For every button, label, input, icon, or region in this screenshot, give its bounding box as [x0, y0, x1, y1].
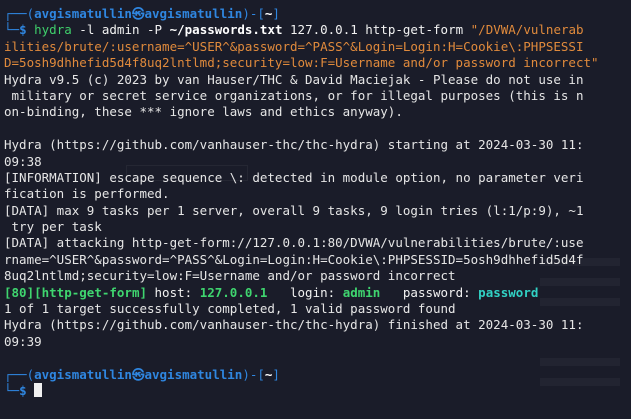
prompt-corner-bottom: └─: [4, 382, 20, 398]
command-wordlist: ~/passwords.txt: [169, 22, 283, 38]
command-form-string-part: D=5osh9dhhefid5d4f8uq2lntlmd;security=lo…: [4, 55, 591, 71]
prompt-separator: )-[: [242, 366, 265, 382]
prompt-bracket: ]: [272, 6, 280, 21]
prompt-user: avgismatullin: [34, 366, 132, 382]
result-port: [80]: [4, 284, 35, 300]
command-args: 127.0.0.1 http-get-form: [282, 22, 471, 38]
result-line: [80][http-get-form] host: 127.0.0.1 logi…: [4, 285, 627, 301]
output-line: 09:39: [4, 333, 42, 349]
prompt-corner-bottom: └─: [4, 22, 20, 38]
output-line: Hydra (https://github.com/vanhauser-thc/…: [4, 137, 584, 153]
result-login-label: login:: [267, 284, 343, 300]
output-line: [DATA] max 9 tasks per 1 server, overall…: [4, 202, 584, 218]
output-line: military or secret service organizations…: [4, 87, 584, 103]
prompt-bracket: ]: [272, 366, 280, 382]
result-host: 127.0.0.1: [199, 284, 268, 300]
prompt-at: ㉿: [131, 6, 145, 21]
command-args: -l admin -P: [71, 22, 170, 38]
output-line: 1 of 1 target successfully completed, 1 …: [4, 301, 456, 317]
prompt-corner: ┌──(: [4, 366, 35, 382]
result-password-label: password:: [380, 284, 479, 300]
prompt-user: avgismatullin: [34, 6, 132, 21]
prompt-host: avgismatullin: [144, 6, 243, 21]
output-line: Hydra v9.5 (c) 2023 by van Hauser/THC & …: [4, 71, 584, 87]
output-line: Hydra (https://github.com/vanhauser-thc/…: [4, 317, 584, 333]
result-module: [http-get-form]: [34, 284, 147, 300]
output-line: on-binding, these *** ignore laws and et…: [4, 104, 403, 120]
command-form-string-end: ": [591, 55, 599, 71]
output-line: try per task: [4, 219, 102, 235]
prompt-host: avgismatullin: [144, 366, 243, 382]
prompt-dollar: $: [19, 382, 27, 398]
prompt-line: ┌──(avgismatullin㉿avgismatullin)-[~]: [4, 6, 627, 22]
output-line: rname=^USER^&password=^PASS^&Login=Login…: [4, 251, 584, 267]
output-line: 09:38: [4, 153, 42, 169]
command-form-string: "/DVWA/vulnerab: [470, 22, 584, 38]
prompt-line: ┌──(avgismatullin㉿avgismatullin)-[~]: [4, 367, 627, 383]
prompt-separator: )-[: [242, 6, 265, 21]
terminal-window[interactable]: ┌──(avgismatullin㉿avgismatullin)-[~] └─$…: [0, 0, 631, 419]
result-host-label: host:: [147, 284, 200, 300]
command-form-string: D=5osh9dhhefid5d4f8uq2lntlmd;security=lo…: [4, 55, 627, 71]
terminal-output: ┌──(avgismatullin㉿avgismatullin)-[~] └─$…: [0, 0, 627, 419]
command-line: └─$ hydra -l admin -P ~/passwords.txt 12…: [4, 22, 627, 38]
output-line: 8uq2lntlmd;security=low:F=Username and/o…: [4, 268, 456, 284]
output-line: [DATA] attacking http-get-form://127.0.0…: [4, 235, 584, 251]
command-program: hydra: [34, 22, 72, 38]
prompt-corner: ┌──(: [4, 6, 35, 21]
result-password: password: [478, 284, 539, 300]
prompt-dollar: $: [19, 22, 27, 38]
text-cursor[interactable]: [34, 382, 43, 397]
command-form-string: ilities/brute/:username=^USER^&password=…: [4, 38, 584, 54]
output-line: fication is performed.: [4, 186, 170, 202]
output-line: [INFORMATION] escape sequence \: detecte…: [4, 169, 584, 185]
result-login: admin: [342, 284, 381, 300]
command-input-line[interactable]: └─$: [4, 382, 627, 399]
prompt-at: ㉿: [131, 366, 145, 382]
